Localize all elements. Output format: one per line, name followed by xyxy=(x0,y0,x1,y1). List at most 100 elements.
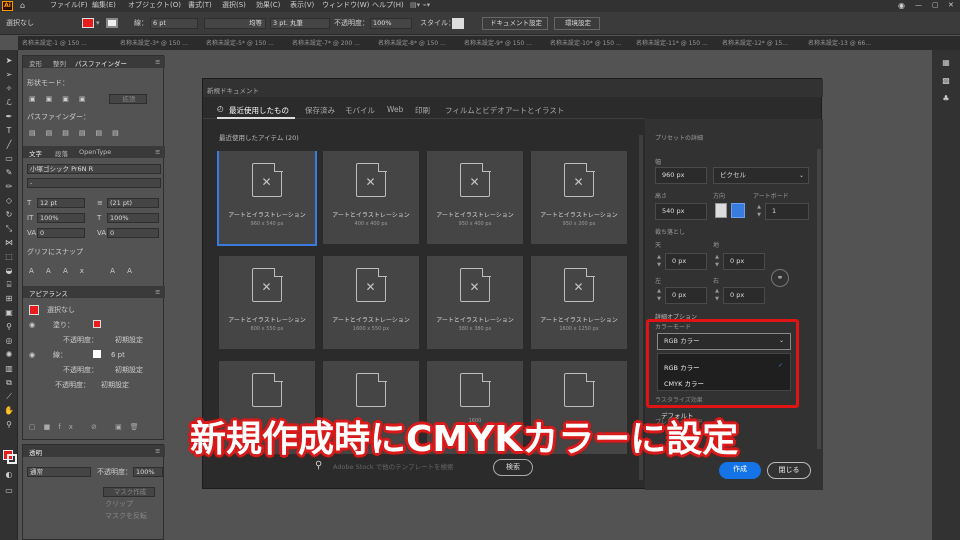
template-card[interactable]: ✕ アートとイラストレーション 1600 x 1250 px xyxy=(531,256,627,349)
close-icon[interactable]: ✕ xyxy=(948,2,954,9)
tab-paragraph[interactable]: 段落 xyxy=(55,148,68,158)
kerning-field[interactable]: 0 xyxy=(37,228,85,238)
template-card[interactable]: ✕ アートとイラストレーション 1600 x 550 px xyxy=(323,256,419,349)
hand-tool-icon[interactable]: ✋ xyxy=(4,406,14,416)
eraser-tool-icon[interactable]: ◇ xyxy=(4,196,14,206)
font-size-field[interactable]: 12 pt xyxy=(37,198,85,208)
fill-swatch[interactable] xyxy=(93,320,101,328)
appearance-footer-icons[interactable]: ▢■fx ⊘ ▣🗑 xyxy=(29,424,147,431)
blend-tool-icon[interactable]: ◎ xyxy=(4,336,14,346)
tab-film-video[interactable]: フィルムとビデオ xyxy=(445,105,505,116)
landscape-icon[interactable] xyxy=(731,203,745,218)
preferences-button[interactable]: 環境設定 xyxy=(554,17,600,30)
fill-dropdown-icon[interactable]: ▾ xyxy=(96,20,100,27)
shape-mode-icons[interactable]: ▣▣▣▣ xyxy=(29,96,95,103)
bleed-top-stepper-icon[interactable]: ▲ ▼ xyxy=(655,253,663,269)
account-icon[interactable]: ◉ xyxy=(898,2,905,10)
menu-item-window[interactable]: ウィンドウ(W) xyxy=(322,2,369,9)
make-mask-button[interactable]: マスク作成 xyxy=(103,487,155,497)
scale-tool-icon[interactable]: ⤡ xyxy=(4,224,14,234)
document-tab[interactable]: 名称未設定-9* @ 150 ... xyxy=(464,38,536,48)
perspective-tool-icon[interactable]: ⌸ xyxy=(4,280,14,290)
tab-align[interactable]: 整列 xyxy=(53,58,66,68)
pathfinder-icons[interactable]: ▤▤▤▤▤▤ xyxy=(29,130,129,137)
color-panel-icon[interactable]: ▦ xyxy=(941,58,951,68)
panel-menu-icon[interactable]: ≡ xyxy=(155,58,160,66)
document-tab[interactable]: 名称未設定-13 @ 66... xyxy=(808,38,880,48)
direct-selection-tool-icon[interactable]: ➢ xyxy=(4,70,14,80)
template-card[interactable]: ✕ アートとイラストレーション 800 x 550 px xyxy=(219,256,315,349)
tab-pathfinder[interactable]: パスファインダー xyxy=(75,58,127,68)
menu-item-object[interactable]: オブジェクト(O) xyxy=(128,2,181,9)
slice-tool-icon[interactable]: ⟋ xyxy=(4,392,14,402)
draw-mode-icon[interactable]: ◐ xyxy=(4,470,14,480)
menu-item-select[interactable]: 選択(S) xyxy=(222,2,246,9)
width-tool-icon[interactable]: ⋈ xyxy=(4,238,14,248)
pencil-tool-icon[interactable]: ✏ xyxy=(4,182,14,192)
document-tab[interactable]: 名称未設定-12* @ 15... xyxy=(722,38,794,48)
opacity-value[interactable]: 初期設定 xyxy=(101,382,129,389)
bleed-left-stepper-icon[interactable]: ▲ ▼ xyxy=(655,287,663,303)
magic-wand-tool-icon[interactable]: ✧ xyxy=(4,84,14,94)
panel-menu-icon[interactable]: ≡ xyxy=(155,288,160,296)
height-input[interactable]: 540 px xyxy=(655,203,707,220)
document-tab[interactable]: 名称未設定-1 @ 150 ... xyxy=(22,38,112,48)
style-swatch[interactable] xyxy=(452,18,464,29)
portrait-icon[interactable] xyxy=(715,203,727,218)
bleed-bottom-input[interactable]: 0 px xyxy=(723,253,765,270)
font-family-field[interactable]: 小塚ゴシック Pr6N R xyxy=(27,164,161,174)
minimize-icon[interactable]: — xyxy=(915,2,922,9)
artboards-stepper-icon[interactable]: ▲ ▼ xyxy=(755,203,763,219)
font-style-field[interactable]: - xyxy=(27,178,161,188)
zoom-tool-icon[interactable]: ⚲ xyxy=(4,420,14,430)
template-card[interactable]: ✕ アートとイラストレーション 380 x 380 px xyxy=(427,256,523,349)
visibility-icon[interactable]: ◉ xyxy=(29,322,35,329)
template-card[interactable]: ✕ アートとイラストレーション 960 x 540 px xyxy=(217,151,317,246)
tab-print[interactable]: 印刷 xyxy=(415,105,430,116)
tab-character[interactable]: 文字 xyxy=(29,148,42,158)
tab-saved[interactable]: 保存済み xyxy=(305,105,335,116)
opacity-field[interactable]: 100% xyxy=(133,467,163,477)
invert-mask-checkbox[interactable]: マスクを反転 xyxy=(105,513,147,520)
menu-item-effect[interactable]: 効果(C) xyxy=(256,2,280,9)
menu-item-type[interactable]: 書式(T) xyxy=(188,2,212,9)
bleed-right-input[interactable]: 0 px xyxy=(723,287,765,304)
line-tool-icon[interactable]: ╱ xyxy=(4,140,14,150)
artboards-input[interactable]: 1 xyxy=(765,203,809,220)
document-tab[interactable]: 名称未設定-3* @ 150 ... xyxy=(120,38,192,48)
visibility-icon[interactable]: ◉ xyxy=(29,352,35,359)
gradient-tool-icon[interactable]: ▣ xyxy=(4,308,14,318)
bleed-bottom-stepper-icon[interactable]: ▲ ▼ xyxy=(713,253,721,269)
artboard-tool-icon[interactable]: ⧉ xyxy=(4,378,14,388)
bleed-right-stepper-icon[interactable]: ▲ ▼ xyxy=(713,287,721,303)
document-tab[interactable]: 名称未設定-11* @ 150 ... xyxy=(636,38,708,48)
expand-button[interactable]: 拡張 xyxy=(109,94,147,104)
tab-transform[interactable]: 変形 xyxy=(29,58,42,68)
menu-item-file[interactable]: ファイル(F) xyxy=(50,2,88,9)
vertical-scale-field[interactable]: 100% xyxy=(37,213,85,223)
tab-web[interactable]: Web xyxy=(387,105,403,114)
fill-swatch[interactable] xyxy=(82,18,94,28)
symbol-sprayer-tool-icon[interactable]: ✺ xyxy=(4,350,14,360)
template-card[interactable]: ✕ アートとイラストレーション 950 x 400 px xyxy=(427,151,523,244)
width-input[interactable]: 960 px xyxy=(655,167,707,184)
tab-opentype[interactable]: OpenType xyxy=(79,148,111,156)
pen-tool-icon[interactable]: ✒ xyxy=(4,112,14,122)
brush-field[interactable]: 3 pt. 丸筆 xyxy=(270,18,330,29)
swatches-panel-icon[interactable]: ▩ xyxy=(941,76,951,86)
document-setup-button[interactable]: ドキュメント設定 xyxy=(482,17,548,30)
tab-mobile[interactable]: モバイル xyxy=(345,105,375,116)
screen-mode-icon[interactable]: ▭ xyxy=(4,486,14,496)
eyedropper-tool-icon[interactable]: ⚲ xyxy=(4,322,14,332)
selection-tool-icon[interactable]: ➤ xyxy=(4,56,14,66)
snap-icons[interactable]: AAAx AA xyxy=(29,268,144,275)
rotate-tool-icon[interactable]: ↻ xyxy=(4,210,14,220)
blend-mode-field[interactable]: 通常 xyxy=(27,467,91,477)
clip-checkbox[interactable]: クリップ xyxy=(105,501,133,508)
horizontal-scale-field[interactable]: 100% xyxy=(107,213,159,223)
column-graph-tool-icon[interactable]: ▥ xyxy=(4,364,14,374)
template-card[interactable]: ✕ アートとイラストレーション 400 x 400 px xyxy=(323,151,419,244)
free-transform-tool-icon[interactable]: ⬚ xyxy=(4,252,14,262)
tab-recent[interactable]: 最近使用したもの xyxy=(229,105,289,116)
opacity-value[interactable]: 初期設定 xyxy=(115,367,143,374)
